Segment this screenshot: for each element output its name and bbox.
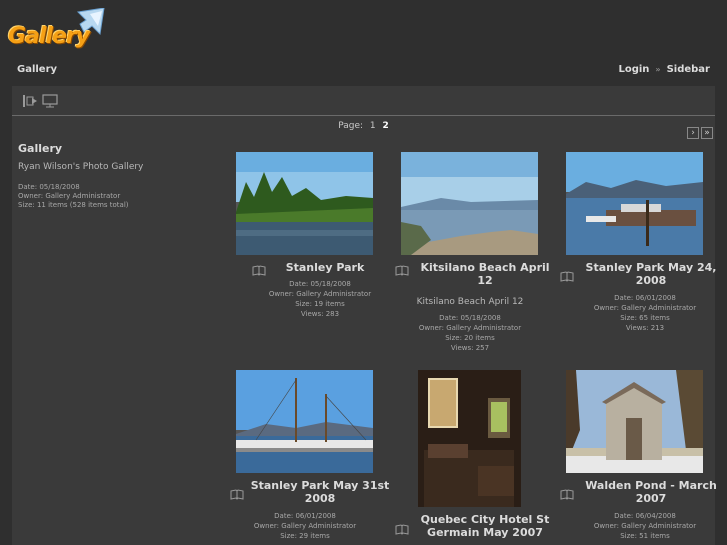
album-owner: Owner: Gallery Administrator xyxy=(593,304,697,312)
album-title-link[interactable]: Walden Pond - March 2007 xyxy=(580,479,722,505)
album-meta: Date: 06/01/2008 Owner: Gallery Administ… xyxy=(230,511,380,541)
sidebar-link[interactable]: Sidebar xyxy=(667,64,710,75)
album-item: Stanley Park May 31st 2008 Date: 06/01/2… xyxy=(230,370,389,545)
album-owner: Owner: Gallery Administrator xyxy=(593,522,697,530)
album-icon xyxy=(560,485,574,500)
last-arrow-icon[interactable]: » xyxy=(701,127,713,139)
login-link[interactable]: Login xyxy=(618,64,649,75)
album-meta: Date: 06/04/2008 Owner: Gallery Administ… xyxy=(570,511,720,541)
slideshow-icon[interactable] xyxy=(42,93,60,109)
album-date: Date: 05/18/2008 xyxy=(439,314,501,322)
page-current-2: 2 xyxy=(382,121,389,131)
album-thumbnail[interactable] xyxy=(236,370,373,473)
album-date: Date: 06/01/2008 xyxy=(614,294,676,302)
album-icon xyxy=(560,267,574,282)
album-size: Size: 20 items xyxy=(445,334,495,342)
pager-label: Page: xyxy=(338,121,364,131)
album-owner: Owner: Gallery Administrator xyxy=(18,192,121,200)
album-owner: Owner: Gallery Administrator xyxy=(253,522,357,530)
album-thumbnail[interactable] xyxy=(566,152,703,255)
album-views: Views: 213 xyxy=(625,324,665,332)
album-title-link[interactable]: Kitsilano Beach April 12 xyxy=(415,261,555,287)
album-item: Kitsilano Beach April 12 Kitsilano Beach… xyxy=(395,152,550,353)
album-icon xyxy=(230,485,244,500)
album-owner: Owner: Gallery Administrator xyxy=(268,290,372,298)
album-meta: Date: 06/01/2008 Owner: Gallery Administ… xyxy=(570,293,720,333)
nav-bar: Gallery Login » Sidebar xyxy=(0,58,727,84)
album-icon xyxy=(395,520,409,535)
page-link-1[interactable]: 1 xyxy=(370,121,376,131)
album-size: Size: 65 items xyxy=(620,314,670,322)
album-date: Date: 06/01/2008 xyxy=(274,512,336,520)
album-size: Size: 29 items xyxy=(280,532,330,540)
site-header: Gallery Gallery Login » Sidebar xyxy=(0,0,727,86)
album-meta: Date: 05/18/2008 Owner: Gallery Administ… xyxy=(250,279,390,319)
album-thumbnail[interactable] xyxy=(401,152,538,255)
album-size: Size: 11 items (528 items total) xyxy=(18,201,129,209)
album-title-link[interactable]: Quebec City Hotel St Germain May 2007 xyxy=(415,513,555,539)
album-item: Walden Pond - March 2007 Date: 06/04/200… xyxy=(560,370,717,545)
next-arrow-icon[interactable]: › xyxy=(687,127,699,139)
album-thumbnail[interactable] xyxy=(236,152,373,255)
album-size: Size: 51 items xyxy=(620,532,670,540)
album-item: Quebec City Hotel St Germain May 2007 xyxy=(395,370,549,545)
pager-arrows: ›» xyxy=(685,120,713,139)
album-title-link[interactable]: Stanley Park May 31st 2008 xyxy=(250,479,390,505)
album-thumbnail[interactable] xyxy=(566,370,703,473)
album-icon xyxy=(395,261,409,276)
album-owner: Owner: Gallery Administrator xyxy=(418,324,522,332)
album-summary: Kitsilano Beach April 12 xyxy=(416,297,524,307)
link-separator: » xyxy=(655,65,661,74)
album-date: Date: 05/18/2008 xyxy=(289,280,351,288)
album-title: Gallery xyxy=(18,142,63,155)
album-thumbnail[interactable] xyxy=(418,370,521,507)
gallery-logo[interactable]: Gallery xyxy=(8,8,108,56)
logo-text: Gallery xyxy=(8,24,90,49)
top-links: Login » Sidebar xyxy=(618,64,710,75)
album-meta: Date: 05/18/2008 Owner: Gallery Administ… xyxy=(395,313,545,353)
main-panel: Page: 1 2 ›» Gallery Ryan Wilson's Photo… xyxy=(12,86,717,545)
album-views: Views: 257 xyxy=(450,344,490,352)
album-size: Size: 19 items xyxy=(295,300,345,308)
album-date: Date: 05/18/2008 xyxy=(18,183,80,191)
exit-icon[interactable] xyxy=(22,93,40,109)
album-item: Stanley Park May 24, 2008 Date: 06/01/20… xyxy=(560,152,716,352)
album-title-link[interactable]: Stanley Park May 24, 2008 xyxy=(580,261,722,287)
album-views: Views: 283 xyxy=(300,310,340,318)
album-date: Date: 06/04/2008 xyxy=(614,512,676,520)
pager: Page: 1 2 xyxy=(12,121,715,131)
album-info: Gallery Ryan Wilson's Photo Gallery Date… xyxy=(18,142,218,210)
album-item: Stanley Park Date: 05/18/2008 Owner: Gal… xyxy=(230,152,380,332)
toolbar-divider xyxy=(12,115,715,116)
album-description: Ryan Wilson's Photo Gallery xyxy=(18,162,144,172)
breadcrumb-gallery[interactable]: Gallery xyxy=(17,64,57,75)
album-meta: Date: 05/18/2008 Owner: Gallery Administ… xyxy=(18,183,218,210)
album-title-link[interactable]: Stanley Park xyxy=(230,261,390,274)
